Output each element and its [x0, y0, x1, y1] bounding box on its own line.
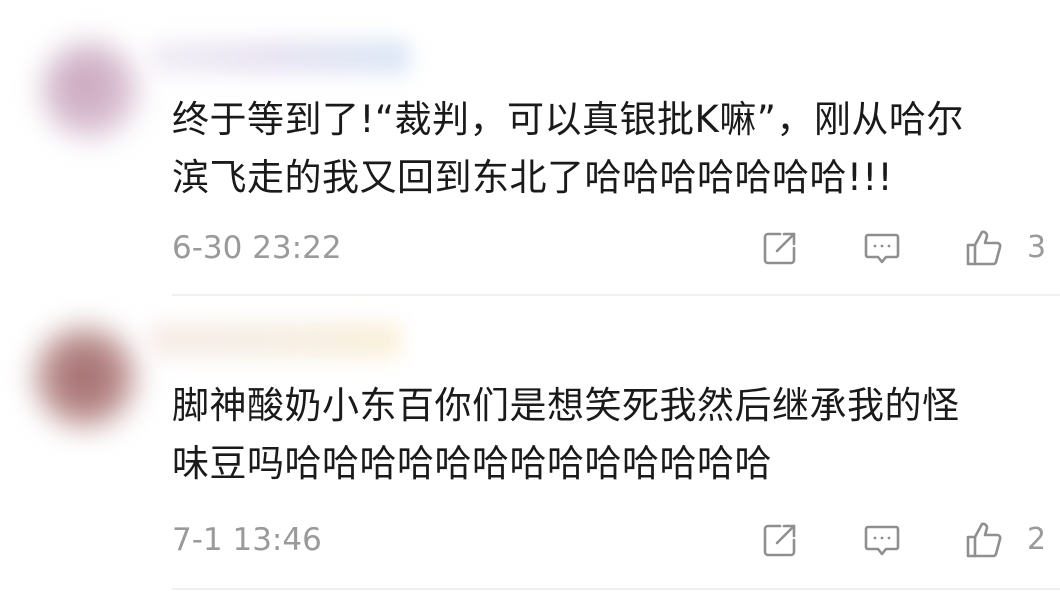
timestamp: 6-30 23:22	[172, 230, 342, 266]
share-icon[interactable]	[760, 228, 800, 268]
comment-meta: 6-30 23:22 3	[172, 224, 1060, 272]
comment-item: 终于等到了!“裁判，可以真银批K嘛”，刚从哈尔 滨飞走的我又回到东北了哈哈哈哈哈…	[0, 0, 1060, 296]
comment-text-line: 终于等到了!“裁判，可以真银批K嘛”，刚从哈尔	[172, 98, 964, 141]
username[interactable]	[150, 40, 410, 74]
comment-text-line: 味豆吗哈哈哈哈哈哈哈哈哈哈哈哈哈	[172, 442, 772, 485]
comment-text-line: 脚神酸奶小东百你们是想笑死我然后继承我的怪	[172, 384, 960, 427]
comment-meta: 7-1 13:46 2	[172, 516, 1060, 564]
like-count: 2	[1027, 522, 1047, 557]
share-icon[interactable]	[760, 520, 800, 560]
username[interactable]	[150, 322, 400, 358]
thumbs-up-icon[interactable]	[964, 228, 1004, 268]
avatar[interactable]	[34, 326, 136, 428]
avatar[interactable]	[42, 42, 138, 138]
comment-item: 脚神酸奶小东百你们是想笑死我然后继承我的怪 味豆吗哈哈哈哈哈哈哈哈哈哈哈哈哈 7…	[0, 296, 1060, 591]
comment-text: 脚神酸奶小东百你们是想笑死我然后继承我的怪 味豆吗哈哈哈哈哈哈哈哈哈哈哈哈哈	[172, 377, 960, 493]
comment-icon[interactable]	[862, 520, 902, 560]
like-count: 3	[1027, 230, 1047, 265]
timestamp: 7-1 13:46	[172, 522, 322, 558]
comment-text-line: 滨飞走的我又回到东北了哈哈哈哈哈哈哈!!!	[172, 156, 893, 199]
thumbs-up-icon[interactable]	[964, 520, 1004, 560]
comment-icon[interactable]	[862, 228, 902, 268]
comment-text: 终于等到了!“裁判，可以真银批K嘛”，刚从哈尔 滨飞走的我又回到东北了哈哈哈哈哈…	[172, 91, 964, 207]
divider	[172, 588, 1060, 590]
